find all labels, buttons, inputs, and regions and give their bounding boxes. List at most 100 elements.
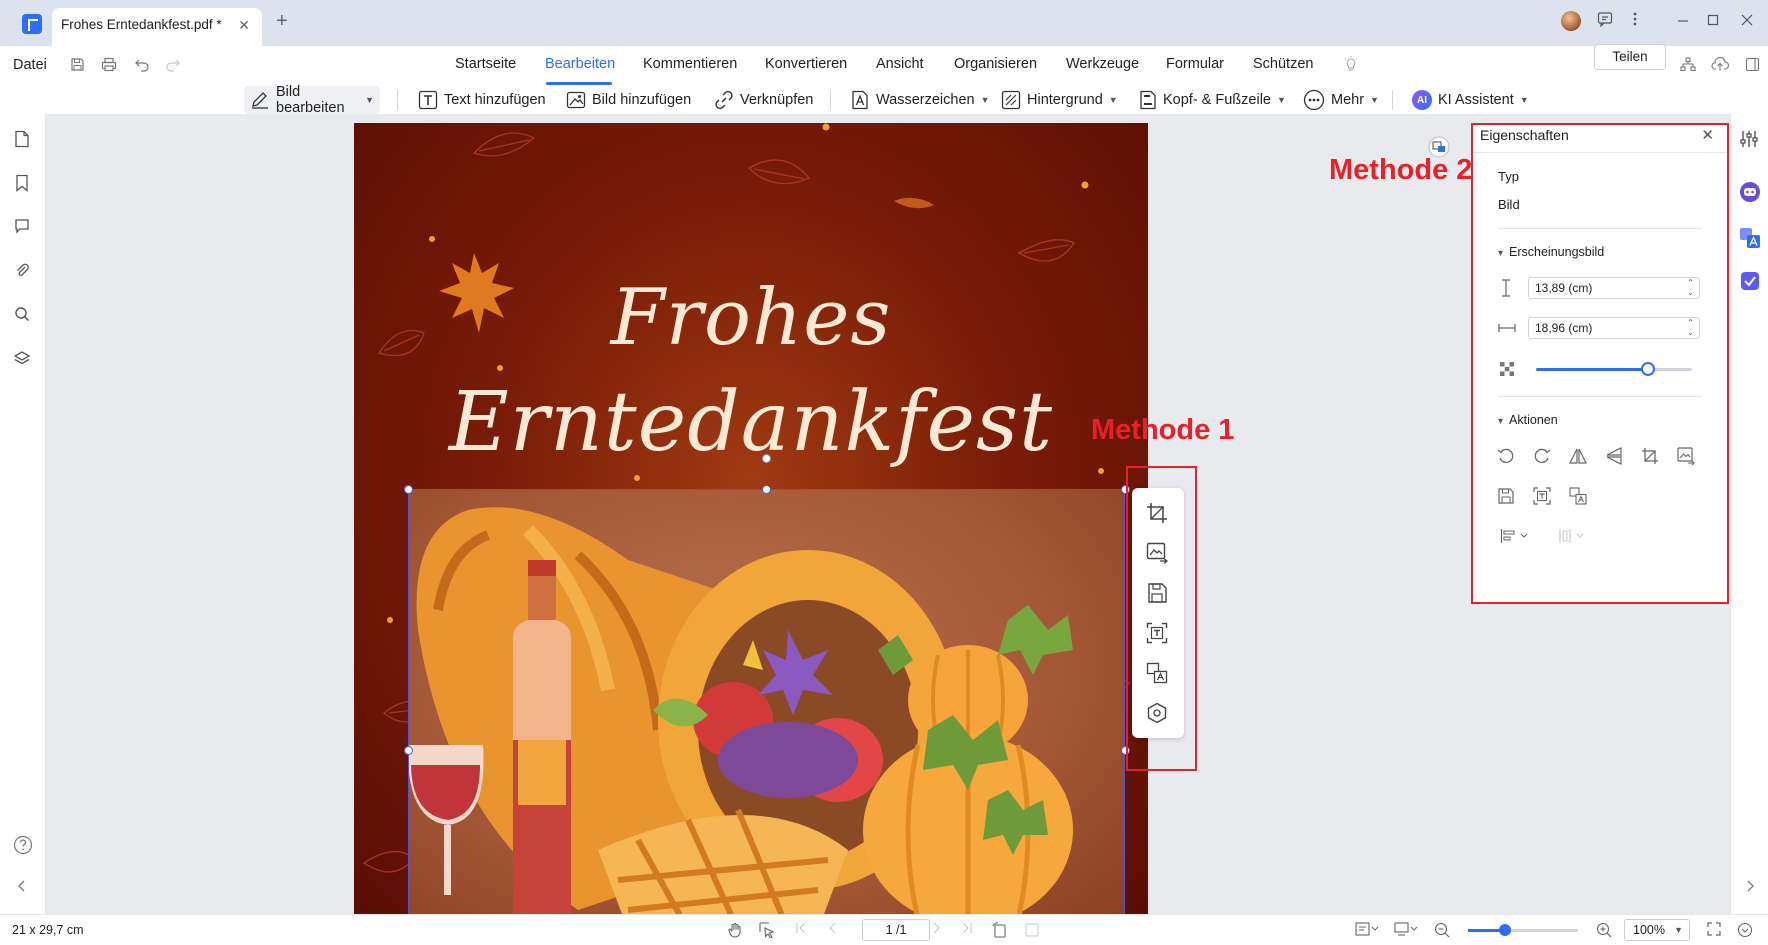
- view-mode-icon[interactable]: [1394, 922, 1418, 936]
- zoom-slider-handle[interactable]: [1499, 924, 1512, 936]
- minimize-icon[interactable]: [1677, 14, 1689, 26]
- background-button[interactable]: Hintergrund ▼: [1001, 86, 1118, 114]
- tab-ansicht[interactable]: Ansicht: [876, 56, 924, 72]
- resize-handle-top-left[interactable]: [404, 485, 413, 494]
- chevron-down-icon: ▼: [365, 95, 374, 105]
- tab-organisieren[interactable]: Organisieren: [954, 56, 1037, 72]
- undo-icon[interactable]: [134, 57, 150, 72]
- header-footer-label: Kopf- & Fußzeile: [1163, 92, 1271, 108]
- zoom-in-icon[interactable]: [1596, 922, 1612, 938]
- search-icon[interactable]: [14, 306, 30, 322]
- new-tab-icon[interactable]: +: [276, 10, 288, 33]
- add-image-button[interactable]: Bild hinzufügen: [566, 86, 691, 114]
- edit-toolbar: Bild bearbeiten ▼ Text hinzufügen Bild h…: [0, 84, 1768, 116]
- active-tab-indicator: [546, 82, 612, 85]
- page-layout-icon[interactable]: [1355, 922, 1379, 936]
- menu-bar: Datei Startseite Bearbeiten Kommentieren…: [0, 44, 1768, 86]
- heading-line-2[interactable]: Erntedankfest: [354, 375, 1148, 470]
- layers-icon[interactable]: [14, 350, 30, 366]
- bookmark-icon[interactable]: [14, 174, 30, 192]
- fullscreen-icon[interactable]: [1707, 922, 1721, 936]
- right-sidebar: [1730, 114, 1768, 914]
- maximize-icon[interactable]: [1707, 14, 1719, 26]
- translate-icon[interactable]: [1739, 227, 1761, 249]
- edit-image-label: Bild bearbeiten: [276, 84, 345, 116]
- tab-werkzeuge[interactable]: Werkzeuge: [1066, 56, 1139, 72]
- tab-konvertieren[interactable]: Konvertieren: [765, 56, 847, 72]
- document-tab[interactable]: Frohes Erntedankfest.pdf * ✕: [52, 8, 262, 46]
- method-2-highlight: [1471, 123, 1729, 604]
- method-1-highlight: [1126, 466, 1197, 771]
- rotate-page-icon[interactable]: [992, 922, 1008, 938]
- ai-robot-icon[interactable]: [1739, 181, 1761, 203]
- help-icon[interactable]: [13, 835, 33, 855]
- select-tool-icon[interactable]: [759, 922, 775, 938]
- chevron-down-icon: ▼: [1370, 95, 1379, 105]
- rotate-handle[interactable]: [762, 454, 771, 463]
- collapse-left-icon[interactable]: [17, 880, 27, 892]
- background-icon: [1001, 90, 1021, 110]
- ai-assistant-button[interactable]: AI KI Assistent ▼: [1412, 86, 1529, 114]
- lightbulb-icon[interactable]: [1343, 56, 1359, 73]
- close-window-icon[interactable]: [1741, 14, 1753, 26]
- first-page-icon: [795, 922, 807, 934]
- cloud-upload-icon[interactable]: [1711, 57, 1729, 72]
- print-icon[interactable]: [101, 57, 117, 72]
- avatar[interactable]: [1561, 11, 1581, 31]
- link-label: Verknüpfen: [740, 92, 814, 108]
- menu-file[interactable]: Datei: [13, 57, 47, 73]
- panel-toggle-icon[interactable]: [1745, 57, 1760, 72]
- tab-kommentieren[interactable]: Kommentieren: [643, 56, 737, 72]
- zoom-select[interactable]: 100% ▼: [1624, 919, 1690, 941]
- ai-assistant-label: KI Assistent: [1438, 92, 1514, 108]
- tab-schuetzen[interactable]: Schützen: [1253, 56, 1313, 72]
- add-text-button[interactable]: Text hinzufügen: [418, 86, 546, 114]
- task-check-icon[interactable]: [1739, 270, 1761, 292]
- previous-page-icon: [827, 922, 839, 934]
- chevron-down-icon: ▼: [1519, 95, 1529, 105]
- more-button[interactable]: Mehr ▼: [1303, 86, 1379, 114]
- page-number-input[interactable]: 1 /1: [862, 919, 930, 941]
- fit-page-icon: [1024, 922, 1040, 938]
- more-view-options-icon[interactable]: [1737, 922, 1753, 938]
- last-page-icon: [961, 922, 973, 934]
- toolbar-divider: [397, 90, 398, 110]
- close-tab-icon[interactable]: ✕: [238, 17, 250, 34]
- left-sidebar: [0, 114, 46, 914]
- image-selection-frame[interactable]: [408, 489, 1125, 919]
- collapse-right-icon[interactable]: [1745, 880, 1755, 892]
- comment-icon[interactable]: [14, 218, 30, 234]
- resize-handle-top[interactable]: [762, 485, 771, 494]
- method-2-label: Methode 2: [1329, 154, 1473, 186]
- page-thumbnails-icon[interactable]: [14, 130, 30, 148]
- heading-line-1[interactable]: Frohes: [354, 273, 1148, 363]
- properties-toggle-icon[interactable]: [1740, 130, 1758, 148]
- watermark-button[interactable]: Wasserzeichen ▼: [850, 86, 990, 114]
- more-options-icon[interactable]: [1632, 11, 1638, 27]
- link-button[interactable]: Verknüpfen: [714, 86, 813, 114]
- tab-startseite[interactable]: Startseite: [455, 56, 516, 72]
- zoom-slider[interactable]: [1468, 924, 1578, 936]
- attachment-icon[interactable]: [14, 262, 30, 278]
- feedback-icon[interactable]: [1597, 11, 1613, 27]
- link-icon: [714, 90, 734, 110]
- zoom-out-icon[interactable]: [1434, 922, 1450, 938]
- tab-bearbeiten[interactable]: Bearbeiten: [545, 56, 615, 72]
- share-button[interactable]: Teilen: [1594, 44, 1666, 70]
- add-text-label: Text hinzufügen: [444, 92, 546, 108]
- watermark-icon: [850, 90, 870, 110]
- header-footer-button[interactable]: Kopf- & Fußzeile ▼: [1139, 86, 1286, 114]
- connect-devices-icon[interactable]: [1680, 57, 1696, 72]
- method-1-label: Methode 1: [1091, 414, 1235, 446]
- more-icon: [1303, 89, 1325, 111]
- title-bar: Frohes Erntedankfest.pdf * ✕ +: [0, 0, 1768, 46]
- translate-page-icon[interactable]: [1428, 136, 1450, 158]
- edit-image-button[interactable]: Bild bearbeiten ▼: [244, 84, 380, 116]
- save-icon[interactable]: [70, 57, 85, 72]
- tab-formular[interactable]: Formular: [1166, 56, 1224, 72]
- toolbar-divider: [1392, 90, 1393, 110]
- chevron-down-icon: ▼: [1674, 925, 1683, 935]
- document-tab-label: Frohes Erntedankfest.pdf *: [61, 17, 222, 32]
- hand-tool-icon[interactable]: [727, 922, 743, 938]
- resize-handle-left[interactable]: [404, 746, 413, 755]
